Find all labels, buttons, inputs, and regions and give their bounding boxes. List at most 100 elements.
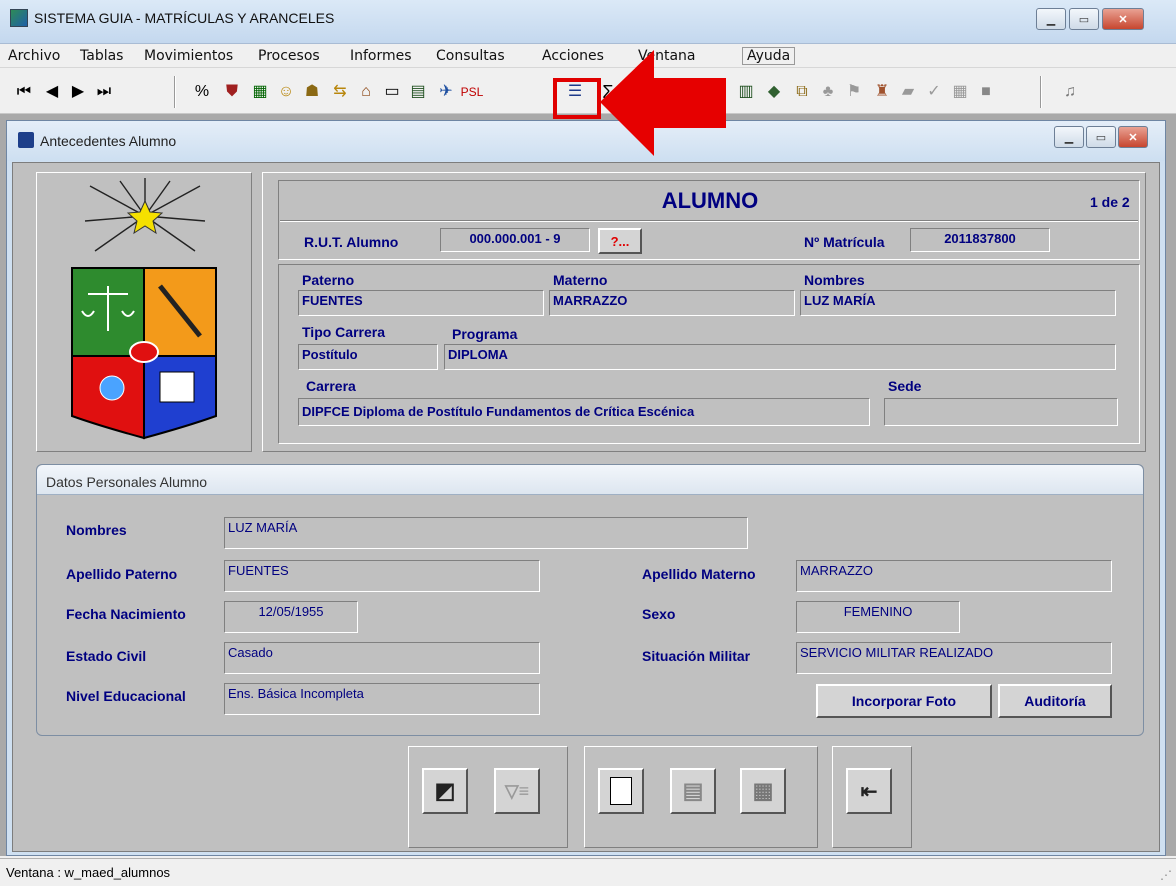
nivel-educacional-field[interactable]: Ens. Básica Incompleta [224, 683, 540, 715]
tree-icon[interactable]: ♣ [816, 80, 840, 104]
sexo-field[interactable]: FEMENINO [796, 601, 960, 633]
green-book-icon[interactable]: ◆ [762, 80, 786, 104]
menu-acciones[interactable]: Acciones [542, 48, 604, 64]
matricula-field[interactable]: 2011837800 [910, 228, 1050, 252]
maximize-button[interactable]: ▭ [1069, 8, 1099, 30]
rut-field[interactable]: 000.000.001 - 9 [440, 228, 590, 252]
copy-icon[interactable]: ⧉ [790, 80, 814, 104]
filter-icon: ▽≡ [504, 780, 530, 801]
check-icon[interactable]: ✓ [922, 80, 946, 104]
transfer-icon[interactable]: ⇆ [328, 80, 352, 104]
menu-procesos[interactable]: Procesos [258, 48, 320, 64]
header-divider [280, 220, 1138, 222]
menu-bar: Archivo Tablas Movimientos Procesos Info… [0, 44, 1176, 68]
paterno-field[interactable]: FUENTES [298, 290, 544, 316]
nombres-header-field[interactable]: LUZ MARÍA [800, 290, 1116, 316]
apellido-materno-label: Apellido Materno [642, 566, 756, 582]
child-maximize-button[interactable]: ▭ [1086, 126, 1116, 148]
rut-label: R.U.T. Alumno [304, 234, 399, 250]
last-record-icon[interactable]: ⏭ [92, 80, 116, 104]
auditoria-button[interactable]: Auditoría [998, 684, 1112, 718]
tipo-carrera-field[interactable]: Postítulo [298, 344, 438, 370]
materno-label: Materno [553, 272, 608, 288]
situacion-militar-label: Situación Militar [642, 648, 751, 664]
app-logo-icon [10, 9, 28, 27]
toolbar-separator [1040, 76, 1042, 108]
flag-icon[interactable]: ⚑ [842, 80, 866, 104]
incorporar-foto-button[interactable]: Incorporar Foto [816, 684, 992, 718]
university-crest-image [71, 178, 217, 440]
exit-button[interactable]: ⇤ [846, 768, 892, 814]
sexo-label: Sexo [642, 606, 676, 622]
close-button[interactable]: ✕ [1102, 8, 1144, 30]
estado-civil-label: Estado Civil [66, 648, 147, 664]
new-document-icon [610, 777, 632, 805]
child-title: Antecedentes Alumno [40, 133, 177, 149]
nivel-educacional-label: Nivel Educacional [66, 688, 186, 704]
first-record-icon[interactable]: ⏮ [12, 80, 36, 104]
shield-icon[interactable]: ⛊ [220, 80, 244, 104]
runner-icon[interactable]: ✈ [434, 80, 458, 104]
spreadsheet-button[interactable]: ▦ [740, 768, 786, 814]
menu-informes[interactable]: Informes [350, 48, 412, 64]
spreadsheet-icon: ▦ [752, 778, 774, 803]
psl-icon[interactable]: PSL [460, 80, 484, 104]
apellido-paterno-label: Apellido Paterno [66, 566, 178, 582]
sede-label: Sede [888, 378, 922, 394]
card-icon[interactable]: ▭ [380, 80, 404, 104]
calculator-icon[interactable]: ▦ [248, 80, 272, 104]
folder-icon[interactable]: ▰ [896, 80, 920, 104]
carrera-field[interactable]: DIPFCE Diploma de Postítulo Fundamentos … [298, 398, 870, 426]
programa-field[interactable]: DIPLOMA [444, 344, 1116, 370]
bank-icon[interactable]: ⌂ [354, 80, 378, 104]
record-counter: 1 de 2 [1090, 194, 1130, 210]
printer-icon: ▤ [682, 778, 704, 803]
prev-record-icon[interactable]: ◀ [40, 80, 64, 104]
materno-field[interactable]: MARRAZZO [549, 290, 795, 316]
nombres-label: Nombres [66, 522, 127, 538]
child-close-button[interactable]: ✕ [1118, 126, 1148, 148]
report-icon[interactable]: ▥ [734, 80, 758, 104]
book-icon[interactable]: ▤ [406, 80, 430, 104]
status-bar [0, 858, 1176, 886]
menu-movimientos[interactable]: Movimientos [144, 48, 233, 64]
fecha-nacimiento-field[interactable]: 12/05/1955 [224, 601, 358, 633]
search-button[interactable]: ◩ [422, 768, 468, 814]
next-record-icon[interactable]: ▶ [66, 80, 90, 104]
nombres-field[interactable]: LUZ MARÍA [224, 517, 748, 549]
percent-icon[interactable]: % [190, 80, 214, 104]
people-icon[interactable]: ☗ [300, 80, 324, 104]
highlight-box [553, 78, 601, 119]
grid-icon[interactable]: ▦ [948, 80, 972, 104]
window-icon [18, 132, 34, 148]
menu-consultas[interactable]: Consultas [436, 48, 505, 64]
fecha-nacimiento-label: Fecha Nacimiento [66, 606, 186, 622]
filter-button[interactable]: ▽≡ [494, 768, 540, 814]
gray-square-icon[interactable]: ■ [974, 80, 998, 104]
bell-icon[interactable]: ♫ [1058, 80, 1082, 104]
apellido-materno-field[interactable]: MARRAZZO [796, 560, 1112, 592]
status-text: Ventana : w_maed_alumnos [6, 865, 171, 880]
rut-lookup-button[interactable]: ?... [598, 228, 642, 254]
smiley-icon[interactable]: ☺ [274, 80, 298, 104]
menu-archivo[interactable]: Archivo [8, 48, 60, 64]
toolbar-separator [174, 76, 176, 108]
print-button[interactable]: ▤ [670, 768, 716, 814]
personal-data-title: Datos Personales Alumno [46, 474, 208, 490]
situacion-militar-field[interactable]: SERVICIO MILITAR REALIZADO [796, 642, 1112, 674]
programa-label: Programa [452, 326, 518, 342]
apellido-paterno-field[interactable]: FUENTES [224, 560, 540, 592]
sede-field[interactable] [884, 398, 1118, 426]
new-document-button[interactable] [598, 768, 644, 814]
menu-ayuda[interactable]: Ayuda [742, 47, 796, 65]
minimize-button[interactable]: ▁ [1036, 8, 1066, 30]
exit-door-icon: ⇤ [860, 780, 878, 803]
child-minimize-button[interactable]: ▁ [1054, 126, 1084, 148]
estado-civil-field[interactable]: Casado [224, 642, 540, 674]
menu-tablas[interactable]: Tablas [80, 48, 123, 64]
resize-grip-icon[interactable]: ⋰ [1160, 868, 1172, 882]
red-arrow-icon [600, 50, 726, 156]
graduate-icon[interactable]: ♜ [870, 80, 894, 104]
carrera-label: Carrera [306, 378, 356, 394]
binoculars-folder-icon: ◩ [434, 778, 456, 803]
